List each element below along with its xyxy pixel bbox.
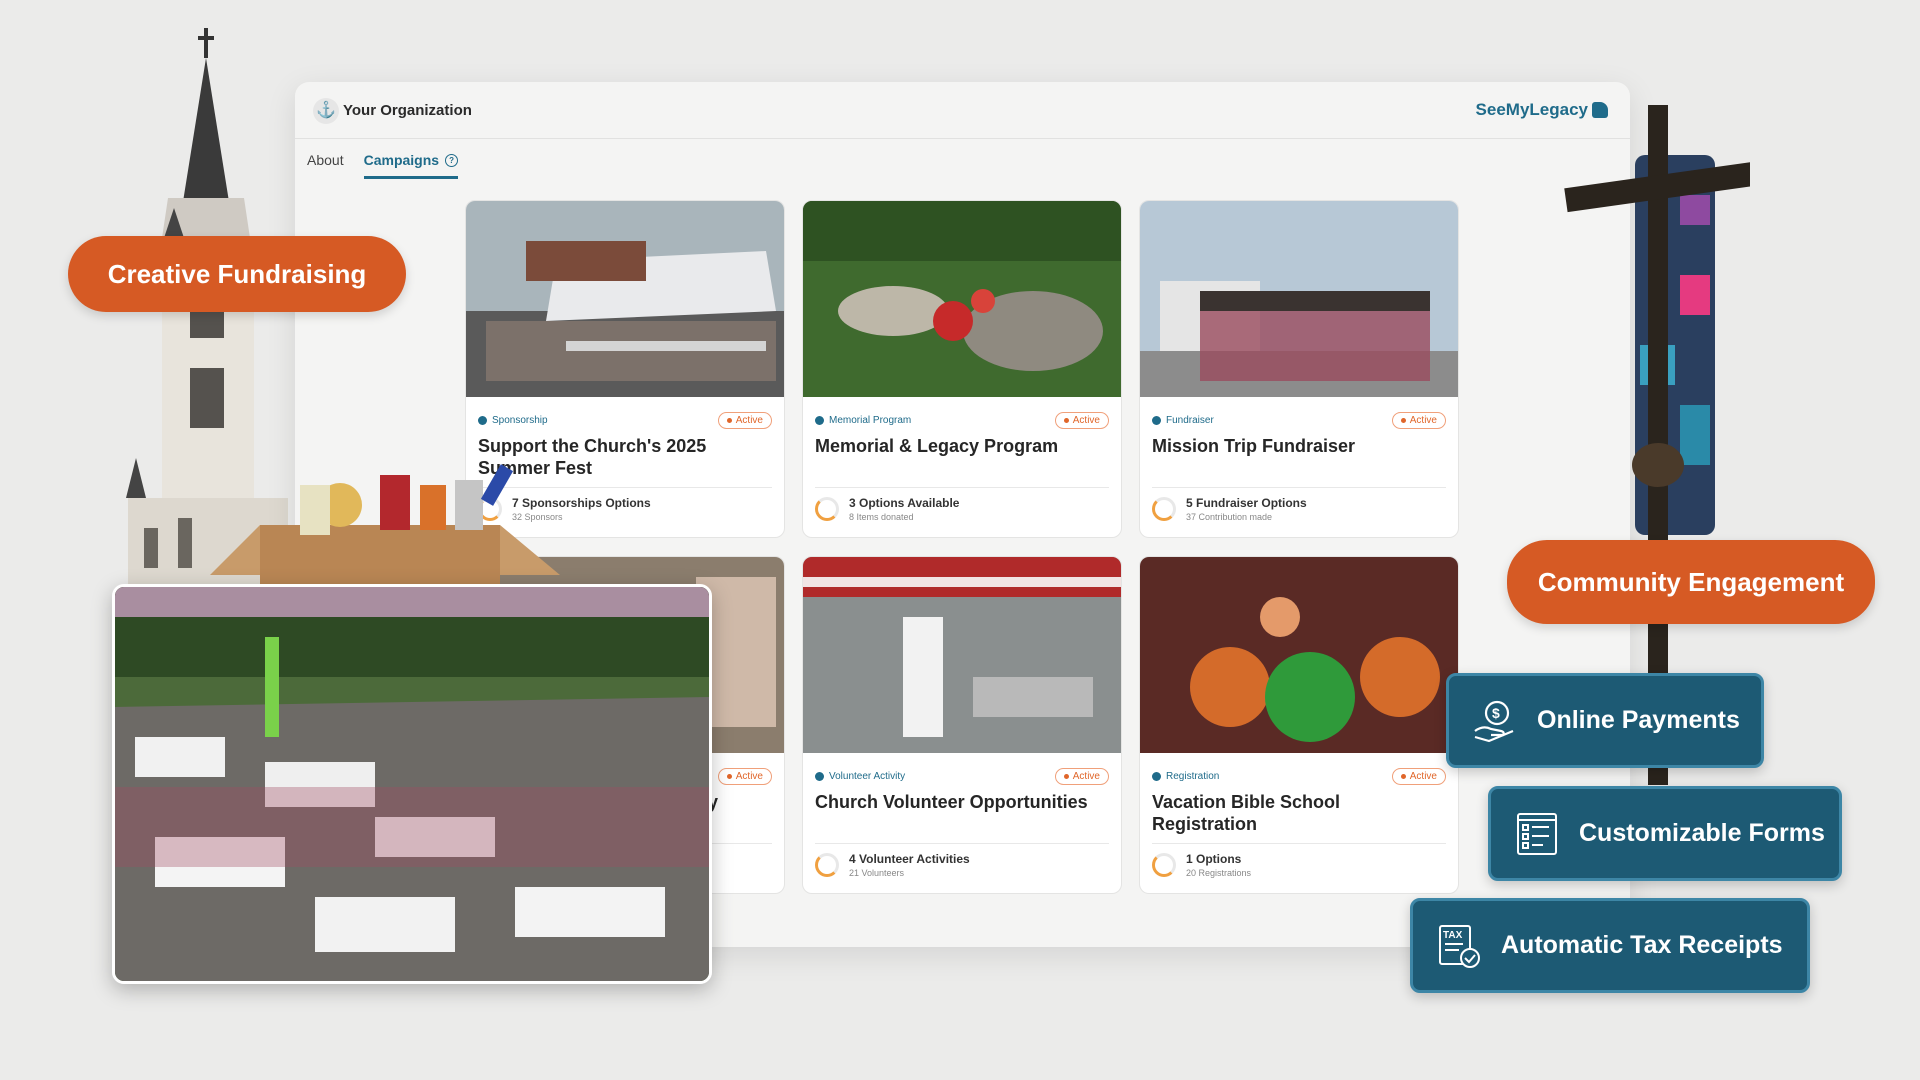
card-category: Fundraiser xyxy=(1166,414,1214,426)
creative-fundraising-bubble: Creative Fundraising xyxy=(68,236,406,312)
progress-ring-icon xyxy=(815,497,839,521)
org-logo-icon: ⚓ xyxy=(313,98,339,124)
card-stat: 1 Options xyxy=(1186,852,1242,866)
tax-receipt-icon: TAX xyxy=(1439,924,1480,968)
progress-ring-icon xyxy=(815,853,839,877)
progress-ring-icon xyxy=(1152,853,1176,877)
card-image xyxy=(1140,557,1458,753)
campaign-card[interactable]: Memorial Program Active Memorial & Legac… xyxy=(802,200,1122,538)
status-badge: Active xyxy=(717,411,772,429)
card-category: Sponsorship xyxy=(492,414,548,426)
card-stat: 4 Volunteer Activities xyxy=(849,852,970,866)
registration-icon xyxy=(1152,771,1161,781)
card-category: Registration xyxy=(1166,770,1220,782)
campaign-card[interactable]: Fundraiser Active Mission Trip Fundraise… xyxy=(1139,200,1459,538)
feature-label: Automatic Tax Receipts xyxy=(1501,931,1783,959)
card-stat: 3 Options Available xyxy=(849,496,960,510)
card-title: Church Volunteer Opportunities xyxy=(815,792,1088,812)
sponsorship-icon xyxy=(478,415,487,425)
status-badge: Active xyxy=(1054,767,1109,785)
tab-about[interactable]: About xyxy=(307,152,344,179)
tab-about-label: About xyxy=(307,152,344,168)
card-category: Volunteer Activity xyxy=(829,770,906,782)
festival-photo xyxy=(112,584,712,984)
card-stat: 5 Fundraiser Options xyxy=(1186,496,1307,510)
campaign-card[interactable]: Registration Active Vacation Bible Schoo… xyxy=(1139,556,1459,894)
feature-label: Online Payments xyxy=(1537,706,1740,734)
memorial-icon xyxy=(815,415,824,425)
status-badge: Active xyxy=(717,767,772,785)
campaign-card[interactable]: Volunteer Activity Active Church Volunte… xyxy=(802,556,1122,894)
hand-dollar-icon: $ xyxy=(1474,700,1514,742)
card-image xyxy=(803,201,1121,397)
card-title: Vacation Bible School Registration xyxy=(1152,792,1341,834)
card-image xyxy=(466,201,784,397)
svg-text:TAX: TAX xyxy=(1443,930,1463,941)
tab-bar: About Campaigns ? xyxy=(307,152,459,179)
card-substat: 21 Volunteers xyxy=(849,868,905,878)
fundraiser-icon xyxy=(1152,415,1161,425)
form-icon xyxy=(1517,812,1557,855)
card-title: Mission Trip Fundraiser xyxy=(1152,436,1356,456)
org-name: Your Organization xyxy=(343,102,472,119)
card-category: Memorial Program xyxy=(829,414,912,426)
kids-worship-photo xyxy=(1140,557,1458,753)
feature-label: Customizable Forms xyxy=(1579,819,1825,847)
festival-tent-photo xyxy=(466,201,784,397)
progress-ring-icon xyxy=(1152,497,1176,521)
card-image xyxy=(803,557,1121,753)
status-badge: Active xyxy=(1391,767,1446,785)
memorial-garden-photo xyxy=(803,201,1121,397)
community-engagement-bubble: Community Engagement xyxy=(1507,540,1875,624)
card-substat: 8 Items donated xyxy=(849,512,914,522)
svg-text:$: $ xyxy=(1492,705,1500,721)
tab-campaigns-label: Campaigns xyxy=(363,152,440,168)
status-badge: Active xyxy=(1391,411,1446,429)
info-icon[interactable]: ? xyxy=(445,153,459,167)
volunteer-icon xyxy=(815,771,824,781)
card-substat: 20 Registrations xyxy=(1186,868,1252,878)
food-donation-box-image xyxy=(210,464,560,585)
status-badge: Active xyxy=(1054,411,1109,429)
app-header: ⚓ Your Organization SeeMyLegacy xyxy=(295,82,1630,139)
tab-campaigns[interactable]: Campaigns ? xyxy=(363,152,459,179)
card-title: Memorial & Legacy Program xyxy=(815,436,1059,456)
volunteer-tent-photo xyxy=(803,557,1121,753)
online-payments-feature[interactable]: $ Online Payments xyxy=(1446,673,1764,768)
mission-group-photo xyxy=(1140,201,1458,397)
tax-receipts-feature[interactable]: TAX Automatic Tax Receipts xyxy=(1410,898,1810,993)
card-substat: 37 Contribution made xyxy=(1186,512,1273,522)
customizable-forms-feature[interactable]: Customizable Forms xyxy=(1488,786,1842,881)
card-image xyxy=(1140,201,1458,397)
